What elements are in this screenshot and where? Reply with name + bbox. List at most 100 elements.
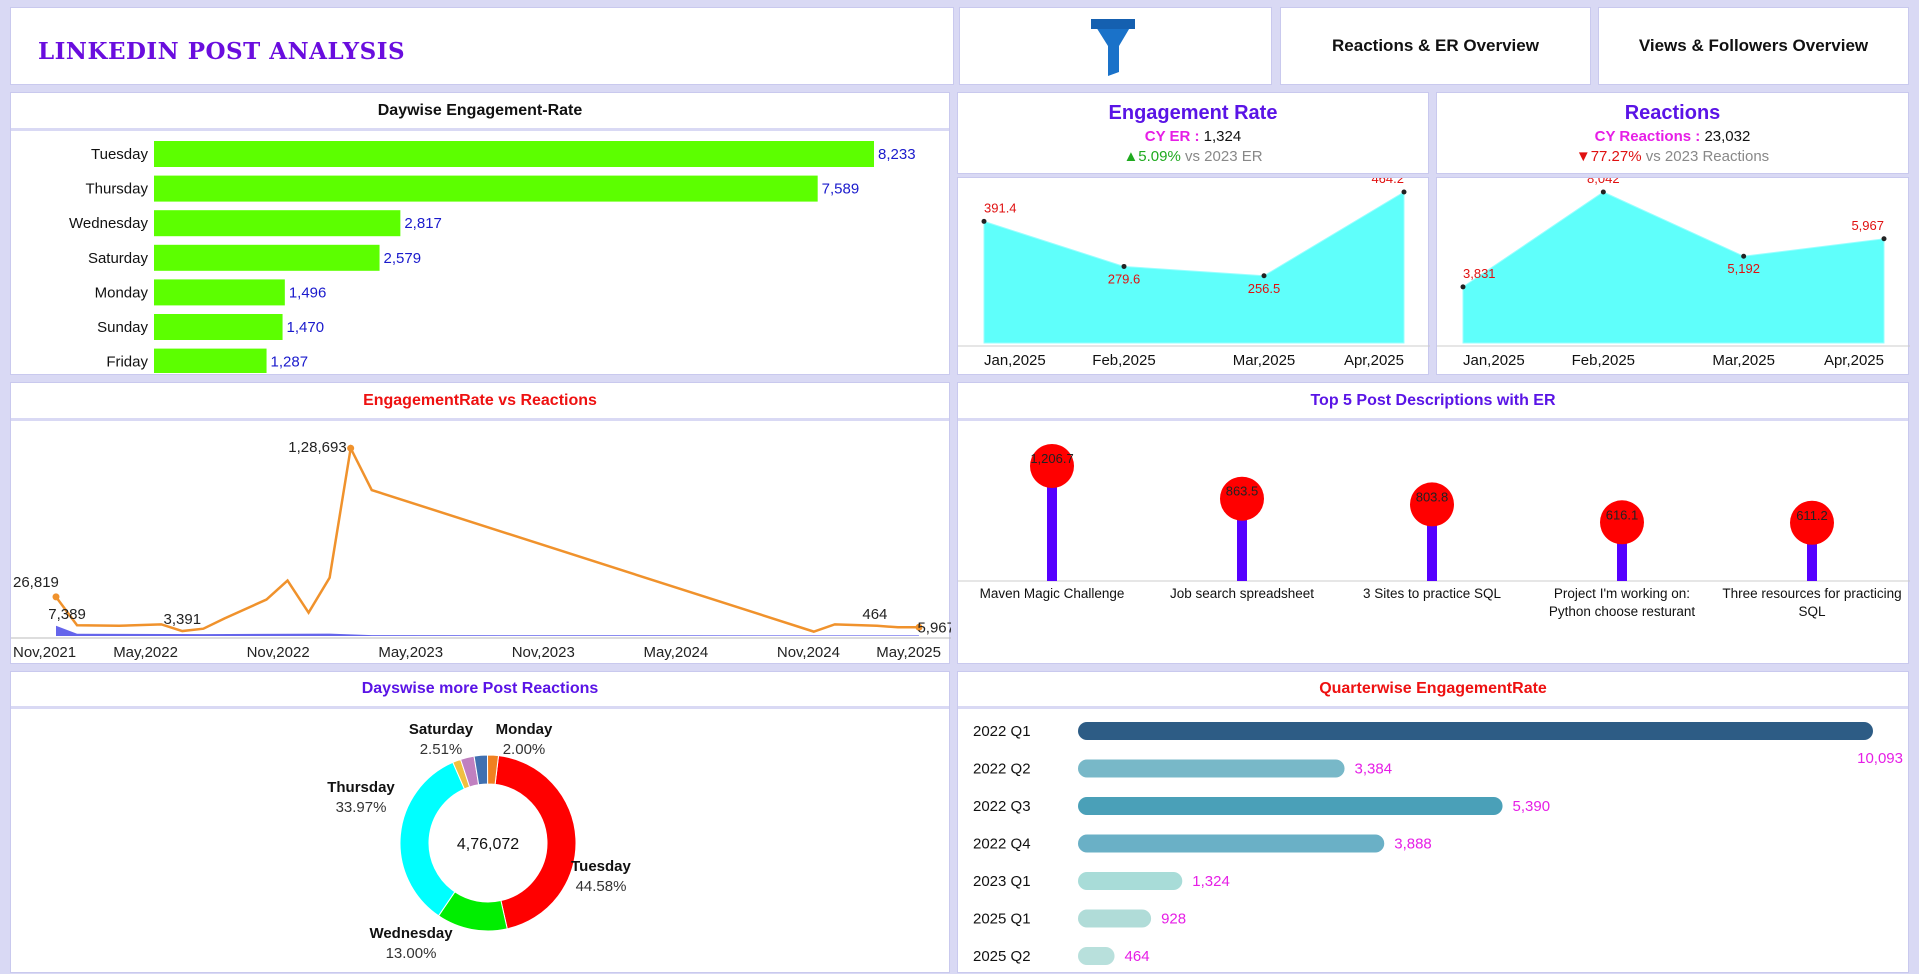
area-point <box>1401 189 1407 195</box>
quarterwise-panel: Quarterwise EngagementRate 2022 Q1 10,093… <box>957 671 1909 973</box>
x-tick-label: Jan,2025 <box>984 352 1046 369</box>
bar-category-label: 2025 Q2 <box>973 948 1031 965</box>
kpi-er-delta-suffix: vs 2023 ER <box>1185 148 1263 165</box>
bar-value-label: 2,579 <box>384 250 422 267</box>
bar-value-label: 1,496 <box>289 284 327 301</box>
x-tick-label: Nov,2021 <box>13 644 76 661</box>
donut-slice-percent: 33.97% <box>336 799 387 816</box>
x-tick-label: Nov,2023 <box>512 644 575 661</box>
donut-center-label: 4,76,072 <box>457 836 519 853</box>
bar <box>1078 722 1873 740</box>
kpi-er-title: Engagement Rate <box>1108 102 1278 124</box>
donut-slice-percent: 13.00% <box>386 945 437 962</box>
lollipop-value-label: 611.2 <box>1796 508 1828 523</box>
kpi-reactions-delta-suffix: vs 2023 Reactions <box>1645 148 1770 165</box>
lollipop-value-label: 1,206.7 <box>1030 451 1073 466</box>
bar-value-label: 1,470 <box>287 319 325 336</box>
lollipop-value-label: 803.8 <box>1416 489 1449 504</box>
kpi-reactions-delta: ▼77.27% <box>1575 148 1642 165</box>
donut-slice-name: Saturday <box>409 721 474 738</box>
bar <box>154 210 401 237</box>
dayswise-reactions-title: Dayswise more Post Reactions <box>361 680 599 697</box>
bar-value-label: 2,817 <box>404 215 442 232</box>
bar-category-label: Wednesday <box>69 215 148 232</box>
x-tick-label: Apr,2025 <box>1824 352 1884 369</box>
line-data-label: 26,819 <box>13 574 59 591</box>
bar-category-label: 2023 Q1 <box>973 873 1031 890</box>
bar <box>154 314 283 340</box>
lollipop-category-label: SQL <box>1798 604 1826 619</box>
dashboard-title: LINKEDIN POST ANALYSIS <box>38 38 406 65</box>
bar <box>154 348 267 373</box>
bar <box>154 175 818 202</box>
x-tick-label: Apr,2025 <box>1344 352 1404 369</box>
kpi-er-cy-value: 1,324 <box>1203 128 1242 145</box>
quarterwise-chart: 2022 Q1 10,093 2022 Q2 3,384 2022 Q3 5,390 202… <box>973 722 1903 965</box>
line-point <box>52 593 60 601</box>
kpi-reactions-title: Reactions <box>1624 102 1721 124</box>
lollipop-category-label: Project I'm working on: <box>1554 586 1690 601</box>
donut-slice-percent: 2.00% <box>503 741 546 758</box>
lollipop-category-label: Job search spreadsheet <box>1170 586 1314 601</box>
x-tick-label: Mar,2025 <box>1712 352 1775 369</box>
bar-value-label: 928 <box>1161 911 1186 928</box>
reactions-area-panel: 3,831 Jan,2025 8,042 Feb,2025 5,192 Mar,2025 5… <box>1436 171 1910 375</box>
bar-value-label: 3,888 <box>1394 836 1432 853</box>
area-fill <box>1462 191 1885 344</box>
top5-title: Top 5 Post Descriptions with ER <box>1310 392 1556 409</box>
donut-slice-name: Thursday <box>327 779 395 796</box>
daywise-er-title: Daywise Engagement-Rate <box>377 102 583 119</box>
kpi-er-panel: Engagement Rate CY ER : 1,324 ▲5.09% vs … <box>957 92 1429 174</box>
area-point <box>981 218 987 224</box>
line-data-label: 464 <box>862 606 887 623</box>
filter-panel[interactable] <box>959 7 1272 85</box>
bar <box>154 279 285 306</box>
er-area-panel: 391.4 Jan,2025 279.6 Feb,2025 256.5 Mar,2025 4… <box>957 171 1430 375</box>
lollipop-value-label: 863.5 <box>1226 484 1259 499</box>
area-point <box>1600 189 1606 195</box>
er-area-chart: 391.4 Jan,2025 279.6 Feb,2025 256.5 Mar,2025 4… <box>958 171 1430 369</box>
bar-category-label: Tuesday <box>91 146 148 163</box>
donut-slice-percent: 2.51% <box>420 741 463 758</box>
bar-value-label: 3,384 <box>1355 761 1393 778</box>
area-value-label: 5,967 <box>1851 218 1884 233</box>
area-value-label: 279.6 <box>1108 271 1141 286</box>
lollipop-category-label: Three resources for practicing <box>1722 586 1901 601</box>
area-point <box>1261 273 1267 279</box>
line-data-label: 3,391 <box>164 611 202 628</box>
donut-slice-percent: 44.58% <box>576 878 627 895</box>
bar-category-label: 2022 Q1 <box>973 723 1031 740</box>
dayswise-reactions-panel: Dayswise more Post Reactions 4,76,072 Tue… <box>10 671 950 973</box>
bar-category-label: Friday <box>106 354 148 371</box>
bar <box>1078 834 1385 853</box>
bar <box>154 244 380 271</box>
line-data-label: 7,389 <box>48 606 86 623</box>
kpi-er-delta: ▲5.09% <box>1123 148 1181 165</box>
area-value-label: 464.2 <box>1371 178 1404 186</box>
area-value-label: 391.4 <box>984 200 1017 215</box>
kpi-reactions-cy-label: CY Reactions : <box>1594 128 1701 145</box>
line-data-label: 1,28,693 <box>288 439 346 456</box>
x-tick-label: Feb,2025 <box>1572 352 1635 369</box>
lollipop-category-label: 3 Sites to practice SQL <box>1363 586 1502 601</box>
bar <box>154 141 874 167</box>
nav-reactions-er-overview[interactable]: Reactions & ER Overview <box>1280 7 1591 85</box>
header-title-panel: LINKEDIN POST ANALYSIS <box>10 7 954 85</box>
kpi-reactions-cy-value: 23,032 <box>1704 128 1751 145</box>
reactions-line-series <box>54 444 920 633</box>
bar-value-label: 10,093 <box>1857 750 1903 767</box>
area-value-label: 256.5 <box>1248 281 1281 296</box>
lollipop-value-label: 616.1 <box>1606 507 1639 522</box>
nav-views-followers-overview[interactable]: Views & Followers Overview <box>1598 7 1909 85</box>
bar <box>1078 909 1152 928</box>
top5-chart: 1,206.7 Maven Magic Challenge 863.5 Job sea… <box>958 444 1910 619</box>
dayswise-reactions-chart: 4,76,072 Tuesday 44.58% Wednesday 13.00% Thur… <box>327 721 631 962</box>
x-tick-label: May,2022 <box>113 644 178 661</box>
area-point <box>1741 253 1747 259</box>
funnel-icon[interactable] <box>1088 16 1138 78</box>
kpi-reactions-panel: Reactions CY Reactions : 23,032 ▼77.27% … <box>1436 92 1909 174</box>
x-tick-label: Mar,2025 <box>1233 352 1296 369</box>
bar <box>1078 759 1345 778</box>
donut-slice-name: Monday <box>496 721 553 738</box>
x-tick-label: Nov,2022 <box>247 644 310 661</box>
